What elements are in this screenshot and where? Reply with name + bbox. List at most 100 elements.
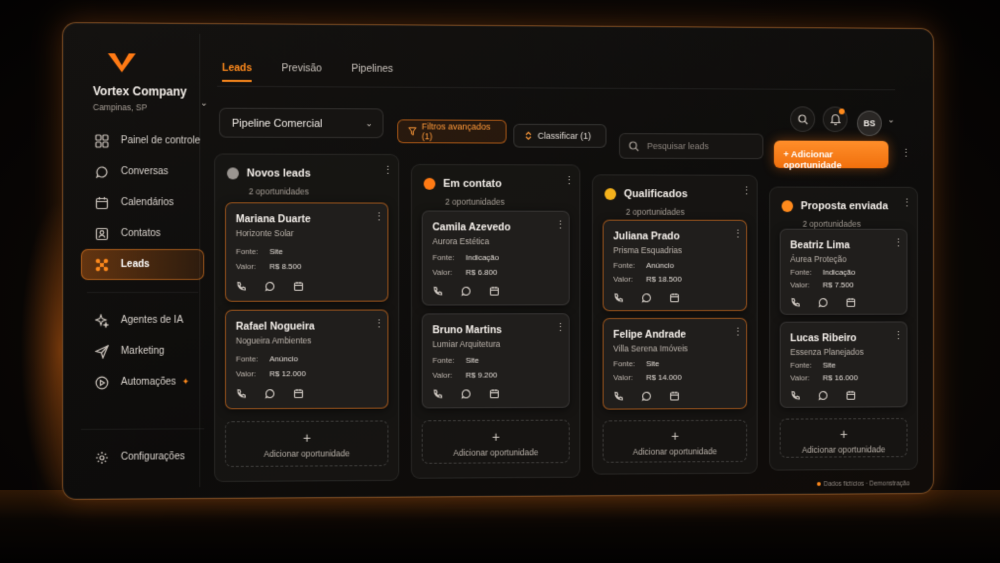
more-options-icon[interactable]: ⋮ xyxy=(733,327,744,339)
calendar-icon[interactable] xyxy=(489,286,500,297)
phone-icon[interactable] xyxy=(432,286,443,297)
lead-name: Felipe Andrade xyxy=(613,328,687,341)
sidebar-item-automations[interactable]: Automações ✦ xyxy=(81,367,204,398)
sidebar-item-settings[interactable]: Configurações xyxy=(81,441,204,473)
lead-source-row: Fonte: Indicação xyxy=(432,253,499,262)
lead-card[interactable]: Bruno Martins Lumiar Arquitetura ⋮ Fonte… xyxy=(421,313,570,409)
more-options-icon[interactable]: ⋮ xyxy=(893,238,903,250)
add-opportunity-slot[interactable]: + Adicionar oportunidade xyxy=(224,420,389,468)
tab-pipelines[interactable]: Pipelines xyxy=(351,63,393,83)
chat-icon[interactable] xyxy=(461,286,472,297)
lead-card[interactable]: Mariana Duarte Horizonte Solar ⋮ Fonte: S… xyxy=(224,202,389,302)
lead-value-row: Valor: R$ 7.500 xyxy=(790,280,853,290)
calendar-icon[interactable] xyxy=(293,388,304,399)
more-options-icon[interactable]: ⋮ xyxy=(374,211,385,223)
sidebar-item-conversations[interactable]: Conversas xyxy=(81,156,204,187)
phone-icon[interactable] xyxy=(613,391,624,402)
column-count: 2 oportunidades xyxy=(248,186,309,197)
more-options-icon[interactable]: ⋮ xyxy=(741,186,752,198)
lead-company: Áurea Proteção xyxy=(790,254,847,264)
chat-icon[interactable] xyxy=(265,388,276,399)
pipeline-select[interactable]: Pipeline Comercial ⌄ xyxy=(219,107,384,139)
sidebar-item-leads[interactable]: Leads xyxy=(80,249,205,280)
search-input[interactable]: Pesquisar leads xyxy=(619,133,764,160)
more-options-icon[interactable]: ⋮ xyxy=(733,229,744,241)
value-label: Valor: xyxy=(790,280,810,290)
more-options-icon[interactable]: ⋮ xyxy=(555,322,566,334)
calendar-icon[interactable] xyxy=(846,390,856,401)
lead-value: R$ 8.500 xyxy=(269,261,302,271)
add-opportunity-button[interactable]: + Adicionar oportunidade xyxy=(773,140,889,172)
advanced-filters-button[interactable]: Filtros avançados (1) xyxy=(397,119,507,144)
lead-card[interactable]: Rafael Nogueira Nogueira Ambientes ⋮ Fon… xyxy=(224,309,389,410)
more-options-icon[interactable]: ⋮ xyxy=(893,330,903,342)
chat-icon[interactable] xyxy=(461,388,472,399)
chat-icon[interactable] xyxy=(641,292,652,303)
calendar-icon[interactable] xyxy=(669,391,680,402)
sort-button[interactable]: Classificar (1) xyxy=(513,123,607,148)
contact-card-icon xyxy=(95,227,109,240)
chevron-down-icon[interactable]: ⌄ xyxy=(888,115,895,126)
calendar-icon[interactable] xyxy=(489,388,500,399)
calendar-icon[interactable] xyxy=(669,292,680,303)
sort-label: Classificar (1) xyxy=(537,130,592,141)
lead-card[interactable]: Beatriz Lima Áurea Proteção ⋮ Fonte: Indi… xyxy=(779,228,908,315)
calendar-icon xyxy=(95,196,109,209)
reflective-floor xyxy=(0,490,1000,563)
phone-icon[interactable] xyxy=(236,388,247,399)
phone-icon[interactable] xyxy=(790,390,801,401)
add-opportunity-slot[interactable]: + Adicionar oportunidade xyxy=(421,419,570,464)
kanban-column: Em contato 2 oportunidades ⋮ Camila Azev… xyxy=(410,163,581,479)
help-search-button[interactable] xyxy=(790,106,816,132)
more-options-icon[interactable]: ⋮ xyxy=(555,220,566,232)
sidebar-item-ai-agents[interactable]: Agentes de IA xyxy=(81,305,204,336)
column-count: 2 oportunidades xyxy=(625,206,685,217)
chat-icon[interactable] xyxy=(265,281,276,292)
lead-card[interactable]: Lucas Ribeiro Essenza Planejados ⋮ Fonte… xyxy=(779,321,908,408)
stage-dot xyxy=(226,167,239,180)
more-options-icon[interactable]: ⋮ xyxy=(383,165,394,177)
chat-icon[interactable] xyxy=(641,391,652,402)
column-header: Novos leads 2 oportunidades xyxy=(226,164,311,197)
lead-source-row: Fonte: Site xyxy=(236,247,283,256)
kanban-column: Proposta enviada 2 oportunidades ⋮ Beatr… xyxy=(769,186,918,471)
brand-block[interactable]: Vortex Company Campinas, SP ⌄ xyxy=(93,51,210,112)
lead-card[interactable]: Felipe Andrade Villa Serena Imóveis ⋮ Fo… xyxy=(602,317,748,410)
phone-icon[interactable] xyxy=(432,389,443,400)
sidebar-divider xyxy=(86,279,199,293)
phone-icon[interactable] xyxy=(236,281,247,292)
lead-source-row: Fonte: Site xyxy=(613,359,659,368)
lead-card[interactable]: Juliana Prado Prisma Esquadrias ⋮ Fonte:… xyxy=(602,219,748,312)
sidebar-item-label: Painel de controle xyxy=(120,135,201,147)
tab-leads[interactable]: Leads xyxy=(222,61,253,82)
sidebar: Vortex Company Campinas, SP ⌄ Painel de … xyxy=(72,33,208,488)
add-opportunity-label: Adicionar oportunidade xyxy=(783,149,842,172)
more-options-icon[interactable]: ⋮ xyxy=(902,198,912,210)
phone-icon[interactable] xyxy=(613,292,624,303)
chat-icon[interactable] xyxy=(818,390,829,401)
scene: Vortex Company Campinas, SP ⌄ Painel de … xyxy=(0,0,1000,563)
kanban-column: Qualificados 2 oportunidades ⋮ Juliana P… xyxy=(591,174,758,475)
calendar-icon[interactable] xyxy=(293,281,304,292)
lead-card[interactable]: Camila Azevedo Aurora Estética ⋮ Fonte: I… xyxy=(421,210,570,306)
avatar[interactable]: BS xyxy=(857,110,882,137)
notifications-button[interactable] xyxy=(822,106,848,133)
tab-forecast[interactable]: Previsão xyxy=(282,62,322,82)
lead-company: Essenza Planejados xyxy=(790,346,864,357)
add-opportunity-slot[interactable]: + Adicionar oportunidade xyxy=(779,418,908,458)
more-options-icon[interactable]: ⋮ xyxy=(374,318,385,330)
chat-icon[interactable] xyxy=(818,297,829,308)
lead-value-row: Valor: R$ 8.500 xyxy=(236,262,302,271)
tab-divider xyxy=(217,85,896,91)
more-options-icon[interactable]: ⋮ xyxy=(564,175,575,187)
chevron-down-icon[interactable]: ⌄ xyxy=(200,98,210,108)
add-opportunity-slot[interactable]: + Adicionar oportunidade xyxy=(602,419,748,463)
sidebar-item-contacts[interactable]: Contatos xyxy=(81,218,204,249)
sidebar-item-dashboard[interactable]: Painel de controle xyxy=(81,125,204,156)
phone-icon[interactable] xyxy=(790,297,801,308)
calendar-icon[interactable] xyxy=(846,297,856,308)
more-options-icon[interactable]: ⋮ xyxy=(901,148,911,160)
sidebar-item-marketing[interactable]: Marketing xyxy=(81,336,204,367)
sparkles-icon xyxy=(94,313,109,328)
sidebar-item-calendars[interactable]: Calendários xyxy=(81,187,204,218)
